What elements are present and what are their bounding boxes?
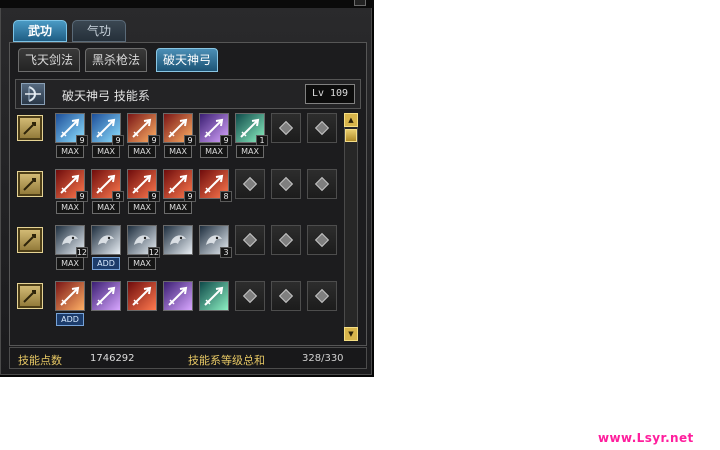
max-badge: MAX <box>56 257 84 270</box>
empty-skill-slot <box>235 281 265 311</box>
empty-skill-slot <box>235 225 265 255</box>
add-skill-button[interactable]: ADD <box>56 313 84 326</box>
eagle-skill-slot[interactable]: 12 <box>127 225 160 258</box>
max-badge: MAX <box>128 257 156 270</box>
red-arrow-skill-slot[interactable] <box>127 281 157 311</box>
max-badge: MAX <box>236 145 264 158</box>
row-arrow-icon <box>17 227 43 253</box>
empty-skill-slot <box>271 281 301 311</box>
empty-slot-icon <box>278 120 294 136</box>
school-header: 破天神弓 技能系 Lv 109 <box>15 79 361 109</box>
tab-black-spear[interactable]: 黑杀枪法 <box>85 48 148 72</box>
empty-skill-slot <box>271 225 301 255</box>
school-total-label: 技能系等级总和 <box>188 354 265 367</box>
eagle-skill-slot[interactable] <box>163 225 193 255</box>
fire-arrow-icon <box>56 282 84 314</box>
purple-arrow-skill-slot[interactable] <box>163 281 193 311</box>
empty-slot-icon <box>314 288 330 304</box>
max-badge: MAX <box>164 201 192 214</box>
site-watermark: www.Lsyr.net <box>598 431 694 445</box>
scroll-up-icon[interactable]: ▲ <box>344 113 358 127</box>
add-skill-button[interactable]: ADD <box>92 257 120 270</box>
row-arrow-icon <box>17 283 43 309</box>
green-arrow-icon <box>200 282 228 314</box>
eagle-skill-slot[interactable] <box>91 225 121 255</box>
skill-points-value: 1746292 <box>90 353 135 364</box>
bow-arrow-skill-slot[interactable]: 9 <box>91 113 124 146</box>
empty-slot-icon <box>314 232 330 248</box>
tab-qigong[interactable]: 气功 <box>72 20 126 42</box>
purple-arrow-skill-slot[interactable]: 9 <box>199 113 232 146</box>
skill-count: 3 <box>220 247 232 258</box>
empty-slot-icon <box>278 232 294 248</box>
empty-skill-slot <box>271 169 301 199</box>
skill-row: ADD <box>15 281 341 335</box>
eagle-icon <box>164 226 192 258</box>
tab-bow[interactable]: 破天神弓 <box>156 48 219 72</box>
tab-martial-arts[interactable]: 武功 <box>13 20 67 42</box>
skill-footer: 技能点数 1746292 技能系等级总和 328/330 <box>9 347 367 369</box>
school-bow-icon <box>21 83 45 105</box>
red-arrow-skill-slot[interactable]: 9 <box>127 169 160 202</box>
fire-arrow-skill-slot[interactable]: 9 <box>127 113 160 146</box>
scroll-down-icon[interactable]: ▼ <box>344 327 358 341</box>
green-arrow-skill-slot[interactable] <box>199 281 229 311</box>
skill-points-label: 技能点数 <box>18 354 62 367</box>
empty-slot-icon <box>278 288 294 304</box>
red-arrow-skill-slot[interactable]: 8 <box>199 169 232 202</box>
max-badge: MAX <box>200 145 228 158</box>
purple-arrow-icon <box>92 282 120 314</box>
empty-slot-icon <box>242 288 258 304</box>
scrollbar[interactable]: ▲ ▼ <box>344 113 358 341</box>
empty-skill-slot <box>307 225 337 255</box>
scroll-thumb[interactable] <box>345 129 357 142</box>
max-badge: MAX <box>128 201 156 214</box>
school-total-value: 328/330 <box>302 353 344 364</box>
school-title: 破天神弓 技能系 <box>62 89 150 103</box>
fire-arrow-skill-slot[interactable] <box>55 281 85 311</box>
red-arrow-skill-slot[interactable]: 9 <box>55 169 88 202</box>
eagle-icon <box>92 226 120 258</box>
empty-slot-icon <box>242 176 258 192</box>
max-badge: MAX <box>56 145 84 158</box>
empty-skill-slot <box>307 281 337 311</box>
empty-slot-icon <box>278 176 294 192</box>
empty-skill-slot <box>235 169 265 199</box>
empty-slot-icon <box>314 120 330 136</box>
empty-skill-slot <box>307 169 337 199</box>
close-icon[interactable] <box>354 0 366 6</box>
purple-arrow-skill-slot[interactable] <box>91 281 121 311</box>
max-badge: MAX <box>56 201 84 214</box>
empty-skill-slot <box>307 113 337 143</box>
max-badge: MAX <box>92 145 120 158</box>
skill-pane: 飞天剑法 黑杀枪法 破天神弓 破天神弓 技能系 Lv 109 9 MAX 9 MAX 9… <box>9 42 367 346</box>
skill-row: 9 MAX 9 MAX 9 MAX 9 MAX 9 MAX 1 MAX <box>15 113 341 167</box>
skill-row: 12 MAX ADD 12 MAX 3 <box>15 225 341 279</box>
max-badge: MAX <box>128 145 156 158</box>
max-badge: MAX <box>92 201 120 214</box>
purple-arrow-icon <box>164 282 192 314</box>
skill-window: 武功 气功 飞天剑法 黑杀枪法 破天神弓 破天神弓 技能系 Lv 109 9 MA… <box>0 0 374 377</box>
empty-slot-icon <box>242 232 258 248</box>
skill-row: 9 MAX 9 MAX 9 MAX 9 MAX 8 <box>15 169 341 223</box>
title-bar <box>0 0 374 8</box>
empty-skill-slot <box>271 113 301 143</box>
red-arrow-skill-slot[interactable]: 9 <box>91 169 124 202</box>
empty-slot-icon <box>314 176 330 192</box>
red-arrow-skill-slot[interactable]: 9 <box>163 169 196 202</box>
bow-arrow-skill-slot[interactable]: 9 <box>55 113 88 146</box>
tab-flying-sword[interactable]: 飞天剑法 <box>18 48 81 72</box>
red-arrow-icon <box>128 282 156 314</box>
green-arrow-skill-slot[interactable]: 1 <box>235 113 268 146</box>
max-badge: MAX <box>164 145 192 158</box>
eagle-skill-slot[interactable]: 3 <box>199 225 232 258</box>
skill-count: 8 <box>220 191 232 202</box>
eagle-skill-slot[interactable]: 12 <box>55 225 88 258</box>
school-level: Lv 109 <box>305 84 355 104</box>
row-arrow-icon <box>17 171 43 197</box>
fire-arrow-skill-slot[interactable]: 9 <box>163 113 196 146</box>
row-arrow-icon <box>17 115 43 141</box>
skill-grid: 9 MAX 9 MAX 9 MAX 9 MAX 9 MAX 1 MAX 9 MAX 9 MAX 9 MAX 9 MAX… <box>15 113 341 343</box>
